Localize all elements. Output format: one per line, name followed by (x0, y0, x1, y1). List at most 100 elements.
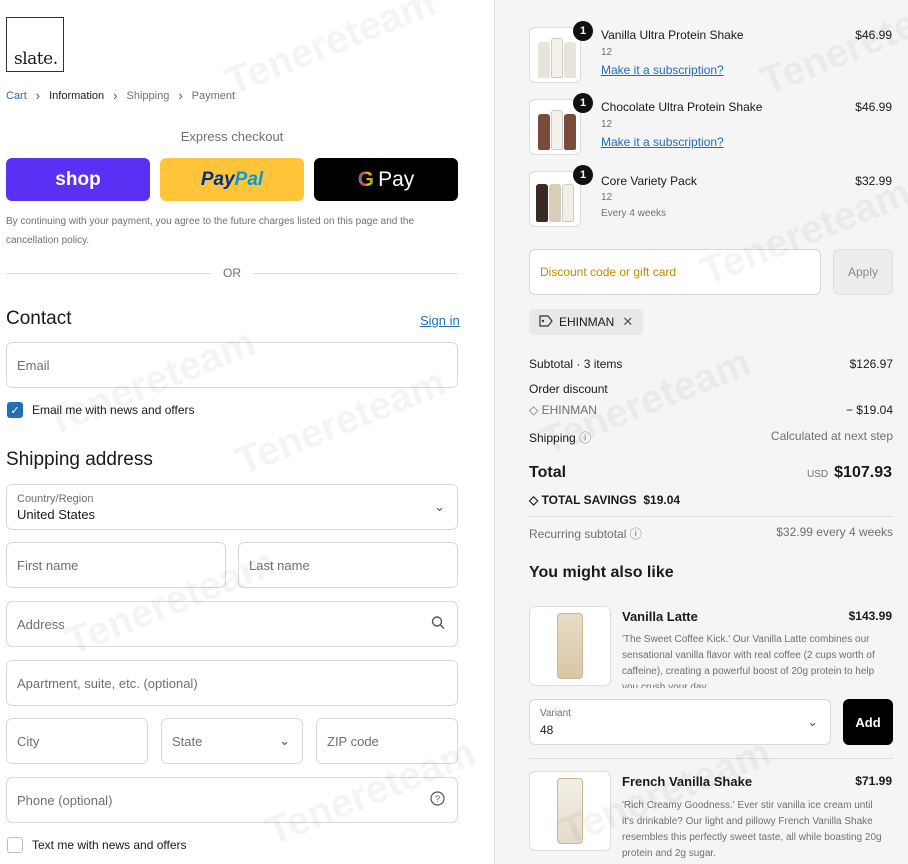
svg-text:?: ? (435, 794, 440, 804)
bottle-image (562, 184, 574, 222)
recommendation-name: Vanilla Latte (622, 609, 698, 624)
recommendation-description: 'The Sweet Coffee Kick.' Our Vanilla Lat… (622, 634, 875, 688)
apartment-field[interactable]: Apartment, suite, etc. (optional) (6, 660, 458, 706)
breadcrumb-shipping: Shipping (126, 89, 170, 102)
recommendation-price: $71.99 (855, 774, 892, 788)
subscription-link[interactable]: Make it a subscription? (601, 63, 724, 77)
paypal-label-pay: Pay (200, 168, 235, 190)
address-placeholder: Address (17, 616, 65, 632)
quantity-badge: 1 (573, 93, 593, 113)
chevron-down-icon: ⌄ (279, 733, 290, 748)
recommendation-thumbnail (529, 771, 611, 851)
order-discount-row: Order discount (529, 382, 893, 396)
paypal-label-pal: Pal (234, 168, 264, 190)
phone-field[interactable]: Phone (optional) ? (6, 777, 458, 823)
contact-heading: Contact (6, 308, 72, 329)
apartment-placeholder: Apartment, suite, etc. (optional) (17, 675, 198, 691)
breadcrumb-information: Information (49, 89, 105, 102)
or-divider: OR (6, 266, 458, 280)
express-checkout-heading: Express checkout (180, 129, 284, 144)
help-icon[interactable]: ? (430, 791, 445, 809)
email-news-checkbox[interactable]: ✓ (7, 402, 23, 418)
item-name: Core Variety Pack (601, 174, 697, 188)
email-field[interactable]: Email (6, 342, 458, 388)
google-pay-button[interactable]: G Pay (314, 158, 458, 201)
discount-code-row: ◇ EHINMAN − $19.04 (529, 403, 893, 417)
discount-value: − $19.04 (845, 403, 893, 417)
discount-tag: EHINMAN ✕ (529, 309, 644, 335)
bottle-image (536, 184, 548, 222)
subtotal-value: $126.97 (849, 357, 893, 371)
can-image (557, 613, 583, 679)
discount-placeholder: Discount code or gift card (540, 265, 677, 279)
breadcrumb-cart[interactable]: Cart (6, 90, 27, 102)
add-button[interactable]: Add (843, 699, 893, 745)
currency-code: USD (807, 469, 829, 480)
first-name-field[interactable]: First name (6, 542, 226, 588)
state-select[interactable]: State ⌄ (161, 718, 303, 764)
search-icon (431, 616, 445, 633)
bottle-image (551, 110, 563, 150)
paypal-button[interactable]: Pay Pal (160, 158, 304, 201)
city-field[interactable]: City (6, 718, 148, 764)
item-variant: 12 (601, 119, 613, 130)
item-variant: 12 (601, 192, 613, 203)
total-value: $107.93 (834, 464, 892, 481)
sign-in-link[interactable]: Sign in (420, 313, 460, 328)
variant-select[interactable]: Variant 48 ⌄ (529, 699, 831, 745)
last-name-placeholder: Last name (249, 557, 310, 573)
subtotal-label: Subtotal · 3 items (529, 357, 623, 371)
zip-placeholder: ZIP code (327, 733, 379, 749)
address-field[interactable]: Address (6, 601, 458, 647)
first-name-placeholder: First name (17, 557, 79, 573)
total-amount: USD $107.93 (807, 464, 892, 482)
state-placeholder: State (172, 733, 203, 749)
shop-pay-button[interactable]: shop (6, 158, 150, 201)
close-icon[interactable]: ✕ (622, 314, 633, 330)
bottle-image (549, 184, 561, 222)
subscription-link[interactable]: Make it a subscription? (601, 135, 724, 149)
bottle-image (551, 38, 563, 78)
shipping-value: Calculated at next step (770, 429, 893, 443)
help-icon[interactable]: ⓘ (579, 431, 591, 445)
chevron-right-icon: › (113, 88, 118, 103)
country-select[interactable]: Country/Region United States ⌄ (6, 484, 458, 530)
order-discount-label: Order discount (529, 382, 608, 396)
google-pay-label: Pay (378, 167, 415, 191)
breadcrumb: Cart › Information › Shipping › Payment (6, 88, 235, 103)
tag-icon (539, 314, 553, 330)
variant-label: Variant (540, 708, 571, 719)
zip-field[interactable]: ZIP code (316, 718, 458, 764)
discount-code-label: EHINMAN (559, 315, 615, 329)
google-g-icon: G (357, 167, 375, 191)
apply-button[interactable]: Apply (833, 249, 893, 295)
item-variant: 12 (601, 47, 613, 58)
shop-pay-label: shop (55, 168, 101, 190)
discount-code: EHINMAN (541, 403, 597, 417)
last-name-field[interactable]: Last name (238, 542, 458, 588)
divider (529, 758, 893, 759)
recommendation-description: 'Rich Creamy Goodness.' Ever stir vanill… (622, 800, 882, 859)
sms-news-checkbox[interactable] (7, 837, 23, 853)
tag-icon: ◇ (529, 493, 542, 507)
item-frequency: Every 4 weeks (601, 208, 667, 219)
sms-news-label: Text me with news and offers (32, 838, 187, 852)
recommendation-price: $143.99 (848, 609, 892, 623)
logo-text: slate. (14, 49, 58, 69)
or-label: OR (223, 266, 241, 280)
bottle-image (538, 114, 550, 150)
bottle-image (564, 114, 576, 150)
chevron-right-icon: › (178, 88, 183, 103)
country-label: Country/Region (17, 493, 94, 505)
recommendation-thumbnail (529, 606, 611, 686)
quantity-badge: 1 (573, 165, 593, 185)
total-savings: ◇ TOTAL SAVINGS $19.04 (529, 493, 680, 507)
chevron-down-icon: ⌄ (434, 499, 445, 514)
phone-placeholder: Phone (optional) (17, 792, 113, 808)
payment-consent-text: By continuing with your payment, you agr… (6, 216, 415, 246)
chevron-down-icon: ⌄ (807, 714, 818, 729)
store-logo[interactable]: slate. (6, 17, 64, 72)
item-price: $46.99 (855, 28, 892, 42)
chevron-right-icon: › (35, 88, 41, 103)
discount-code-input[interactable]: Discount code or gift card (529, 249, 821, 295)
